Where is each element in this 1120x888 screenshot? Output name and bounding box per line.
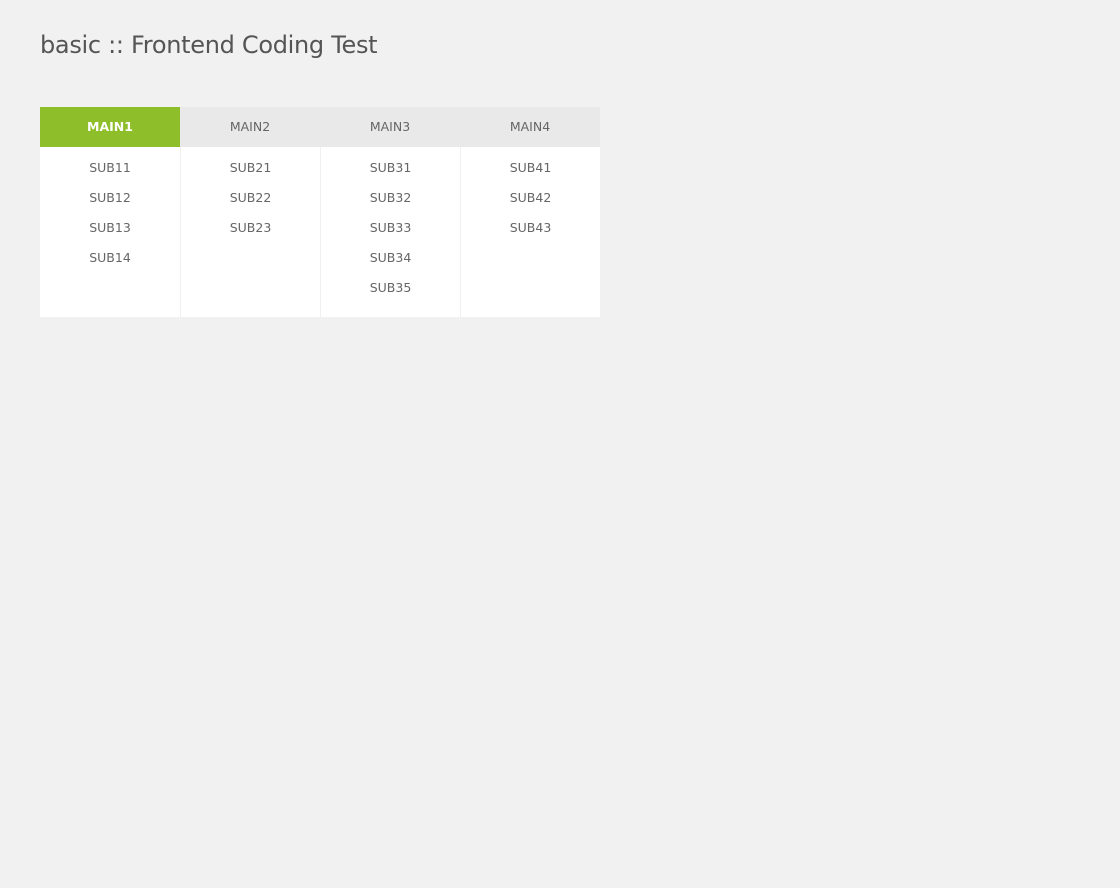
submenu-item-sub21[interactable]: SUB21: [181, 153, 320, 183]
menu-column-main4: MAIN4 SUB41 SUB42 SUB43: [460, 107, 600, 317]
submenu-item-sub34[interactable]: SUB34: [321, 243, 460, 273]
tab-main4[interactable]: MAIN4: [460, 107, 600, 147]
submenu-item-sub35[interactable]: SUB35: [321, 273, 460, 303]
submenu-item-sub23[interactable]: SUB23: [181, 213, 320, 243]
tab-main1[interactable]: MAIN1: [40, 107, 180, 147]
submenu-item-sub11[interactable]: SUB11: [40, 153, 180, 183]
submenu-item-sub42[interactable]: SUB42: [461, 183, 600, 213]
submenu-item-sub33[interactable]: SUB33: [321, 213, 460, 243]
submenu-item-sub12[interactable]: SUB12: [40, 183, 180, 213]
submenu-item-sub22[interactable]: SUB22: [181, 183, 320, 213]
menu-column-main1: MAIN1 SUB11 SUB12 SUB13 SUB14: [40, 107, 180, 317]
submenu-item-sub41[interactable]: SUB41: [461, 153, 600, 183]
tab-main3[interactable]: MAIN3: [320, 107, 460, 147]
page-title: basic :: Frontend Coding Test: [40, 31, 378, 59]
submenu-item-sub14[interactable]: SUB14: [40, 243, 180, 273]
submenu-main3: SUB31 SUB32 SUB33 SUB34 SUB35: [320, 147, 460, 317]
submenu-item-sub32[interactable]: SUB32: [321, 183, 460, 213]
submenu-item-sub13[interactable]: SUB13: [40, 213, 180, 243]
submenu-item-sub31[interactable]: SUB31: [321, 153, 460, 183]
submenu-main4: SUB41 SUB42 SUB43: [460, 147, 600, 317]
submenu-main1: SUB11 SUB12 SUB13 SUB14: [40, 147, 180, 317]
menu-column-main2: MAIN2 SUB21 SUB22 SUB23: [180, 107, 320, 317]
main-menu: MAIN1 SUB11 SUB12 SUB13 SUB14 MAIN2 SUB2…: [40, 107, 600, 317]
tab-main2[interactable]: MAIN2: [180, 107, 320, 147]
menu-column-main3: MAIN3 SUB31 SUB32 SUB33 SUB34 SUB35: [320, 107, 460, 317]
submenu-main2: SUB21 SUB22 SUB23: [180, 147, 320, 317]
submenu-item-sub43[interactable]: SUB43: [461, 213, 600, 243]
